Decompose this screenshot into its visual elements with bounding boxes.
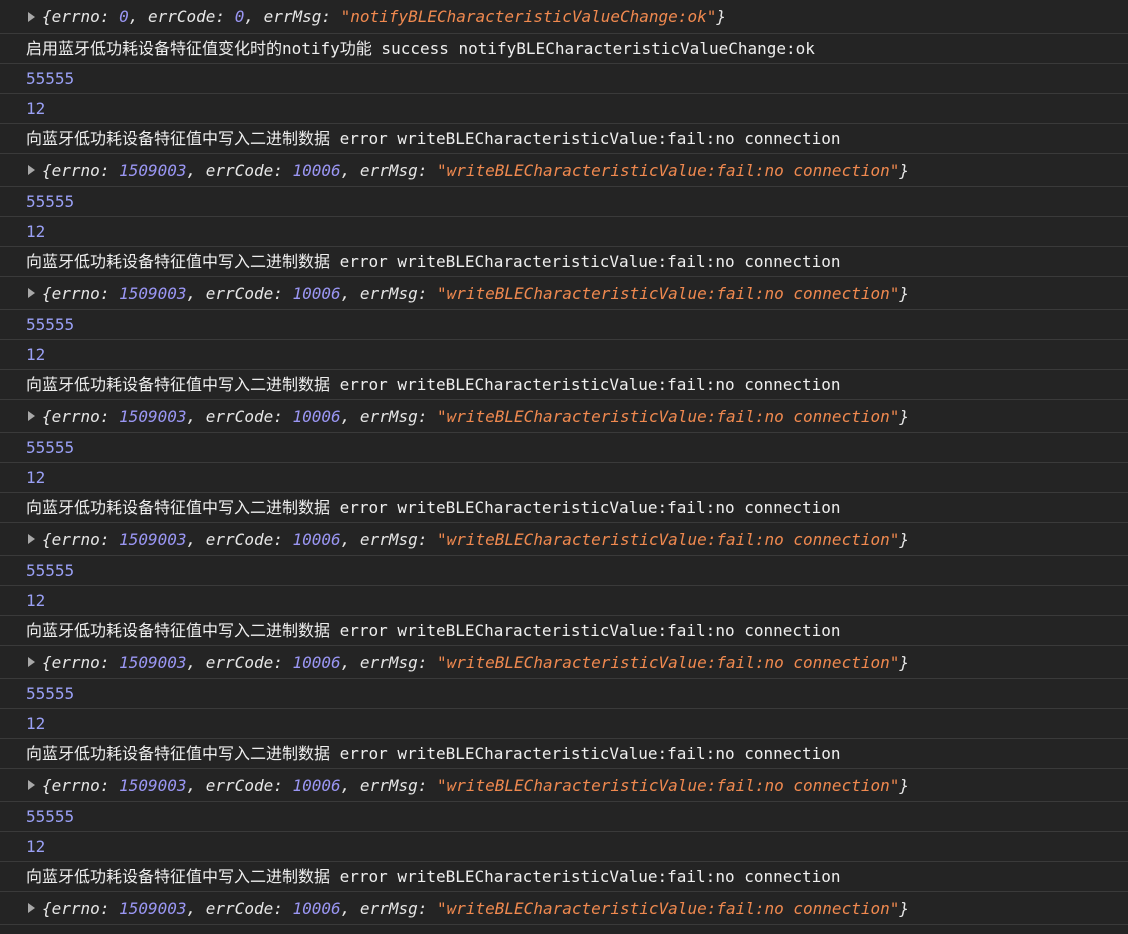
log-number-value: 55555 (26, 807, 75, 826)
log-error-row: 向蓝牙低功耗设备特征值中写入二进制数据 error writeBLECharac… (0, 247, 1128, 277)
expand-arrow-icon[interactable] (28, 165, 35, 175)
log-number-row: 12 (0, 463, 1128, 493)
log-number-value: 12 (26, 714, 46, 733)
log-error-row: 向蓝牙低功耗设备特征值中写入二进制数据 error writeBLECharac… (0, 493, 1128, 523)
expand-arrow-icon[interactable] (28, 657, 35, 667)
console-log: {errno: 0, errCode: 0, errMsg: "notifyBL… (0, 0, 1128, 925)
log-object-row[interactable]: {errno: 1509003, errCode: 10006, errMsg:… (0, 154, 1128, 187)
object-preview: {errno: 1509003, errCode: 10006, errMsg:… (42, 776, 909, 795)
log-error-row: 向蓝牙低功耗设备特征值中写入二进制数据 error writeBLECharac… (0, 739, 1128, 769)
object-preview: {errno: 1509003, errCode: 10006, errMsg:… (42, 161, 909, 180)
log-object-row[interactable]: {errno: 1509003, errCode: 10006, errMsg:… (0, 769, 1128, 802)
log-object-row[interactable]: {errno: 1509003, errCode: 10006, errMsg:… (0, 400, 1128, 433)
expand-arrow-icon[interactable] (28, 534, 35, 544)
log-number-value: 12 (26, 591, 46, 610)
log-number-row: 12 (0, 217, 1128, 247)
log-error-text: 向蓝牙低功耗设备特征值中写入二进制数据 error writeBLECharac… (26, 867, 841, 886)
expand-arrow-icon[interactable] (28, 288, 35, 298)
log-object-row[interactable]: {errno: 0, errCode: 0, errMsg: "notifyBL… (0, 0, 1128, 34)
log-number-value: 55555 (26, 69, 75, 88)
log-number-row: 12 (0, 709, 1128, 739)
log-number-row: 55555 (0, 64, 1128, 94)
log-number-row: 55555 (0, 310, 1128, 340)
log-number-value: 12 (26, 99, 46, 118)
log-number-value: 12 (26, 468, 46, 487)
log-number-row: 12 (0, 586, 1128, 616)
expand-arrow-icon[interactable] (28, 11, 35, 22)
log-number-row: 55555 (0, 679, 1128, 709)
log-object-row[interactable]: {errno: 1509003, errCode: 10006, errMsg:… (0, 523, 1128, 556)
log-error-text: 向蓝牙低功耗设备特征值中写入二进制数据 error writeBLECharac… (26, 744, 841, 763)
log-error-text: 向蓝牙低功耗设备特征值中写入二进制数据 error writeBLECharac… (26, 129, 841, 148)
log-number-value: 55555 (26, 315, 75, 334)
log-error-text: 向蓝牙低功耗设备特征值中写入二进制数据 error writeBLECharac… (26, 375, 841, 394)
object-preview: {errno: 1509003, errCode: 10006, errMsg:… (42, 407, 909, 426)
log-number-value: 55555 (26, 438, 75, 457)
log-error-row: 向蓝牙低功耗设备特征值中写入二进制数据 error writeBLECharac… (0, 124, 1128, 154)
expand-arrow-icon[interactable] (28, 411, 35, 421)
object-preview: {errno: 0, errCode: 0, errMsg: "notifyBL… (42, 7, 726, 26)
log-number-row: 55555 (0, 433, 1128, 463)
log-object-row[interactable]: {errno: 1509003, errCode: 10006, errMsg:… (0, 646, 1128, 679)
log-number-row: 12 (0, 832, 1128, 862)
log-number-value: 12 (26, 837, 46, 856)
log-error-text: 向蓝牙低功耗设备特征值中写入二进制数据 error writeBLECharac… (26, 621, 841, 640)
log-error-row: 向蓝牙低功耗设备特征值中写入二进制数据 error writeBLECharac… (0, 370, 1128, 400)
log-number-value: 55555 (26, 192, 75, 211)
log-number-row: 12 (0, 340, 1128, 370)
log-number-row: 12 (0, 94, 1128, 124)
log-error-row: 向蓝牙低功耗设备特征值中写入二进制数据 error writeBLECharac… (0, 862, 1128, 892)
log-number-row: 55555 (0, 802, 1128, 832)
log-object-row[interactable]: {errno: 1509003, errCode: 10006, errMsg:… (0, 277, 1128, 310)
object-preview: {errno: 1509003, errCode: 10006, errMsg:… (42, 284, 909, 303)
object-preview: {errno: 1509003, errCode: 10006, errMsg:… (42, 530, 909, 549)
log-number-row: 55555 (0, 556, 1128, 586)
log-object-row[interactable]: {errno: 1509003, errCode: 10006, errMsg:… (0, 892, 1128, 925)
log-message-row: 启用蓝牙低功耗设备特征值变化时的notify功能 success notifyB… (0, 34, 1128, 64)
object-preview: {errno: 1509003, errCode: 10006, errMsg:… (42, 899, 909, 918)
log-number-value: 12 (26, 222, 46, 241)
log-number-value: 55555 (26, 684, 75, 703)
expand-arrow-icon[interactable] (28, 903, 35, 913)
log-number-row: 55555 (0, 187, 1128, 217)
log-message-text: 启用蓝牙低功耗设备特征值变化时的notify功能 success notifyB… (26, 39, 815, 58)
object-preview: {errno: 1509003, errCode: 10006, errMsg:… (42, 653, 909, 672)
log-error-text: 向蓝牙低功耗设备特征值中写入二进制数据 error writeBLECharac… (26, 498, 841, 517)
log-number-value: 12 (26, 345, 46, 364)
log-error-row: 向蓝牙低功耗设备特征值中写入二进制数据 error writeBLECharac… (0, 616, 1128, 646)
log-number-value: 55555 (26, 561, 75, 580)
expand-arrow-icon[interactable] (28, 780, 35, 790)
log-error-text: 向蓝牙低功耗设备特征值中写入二进制数据 error writeBLECharac… (26, 252, 841, 271)
